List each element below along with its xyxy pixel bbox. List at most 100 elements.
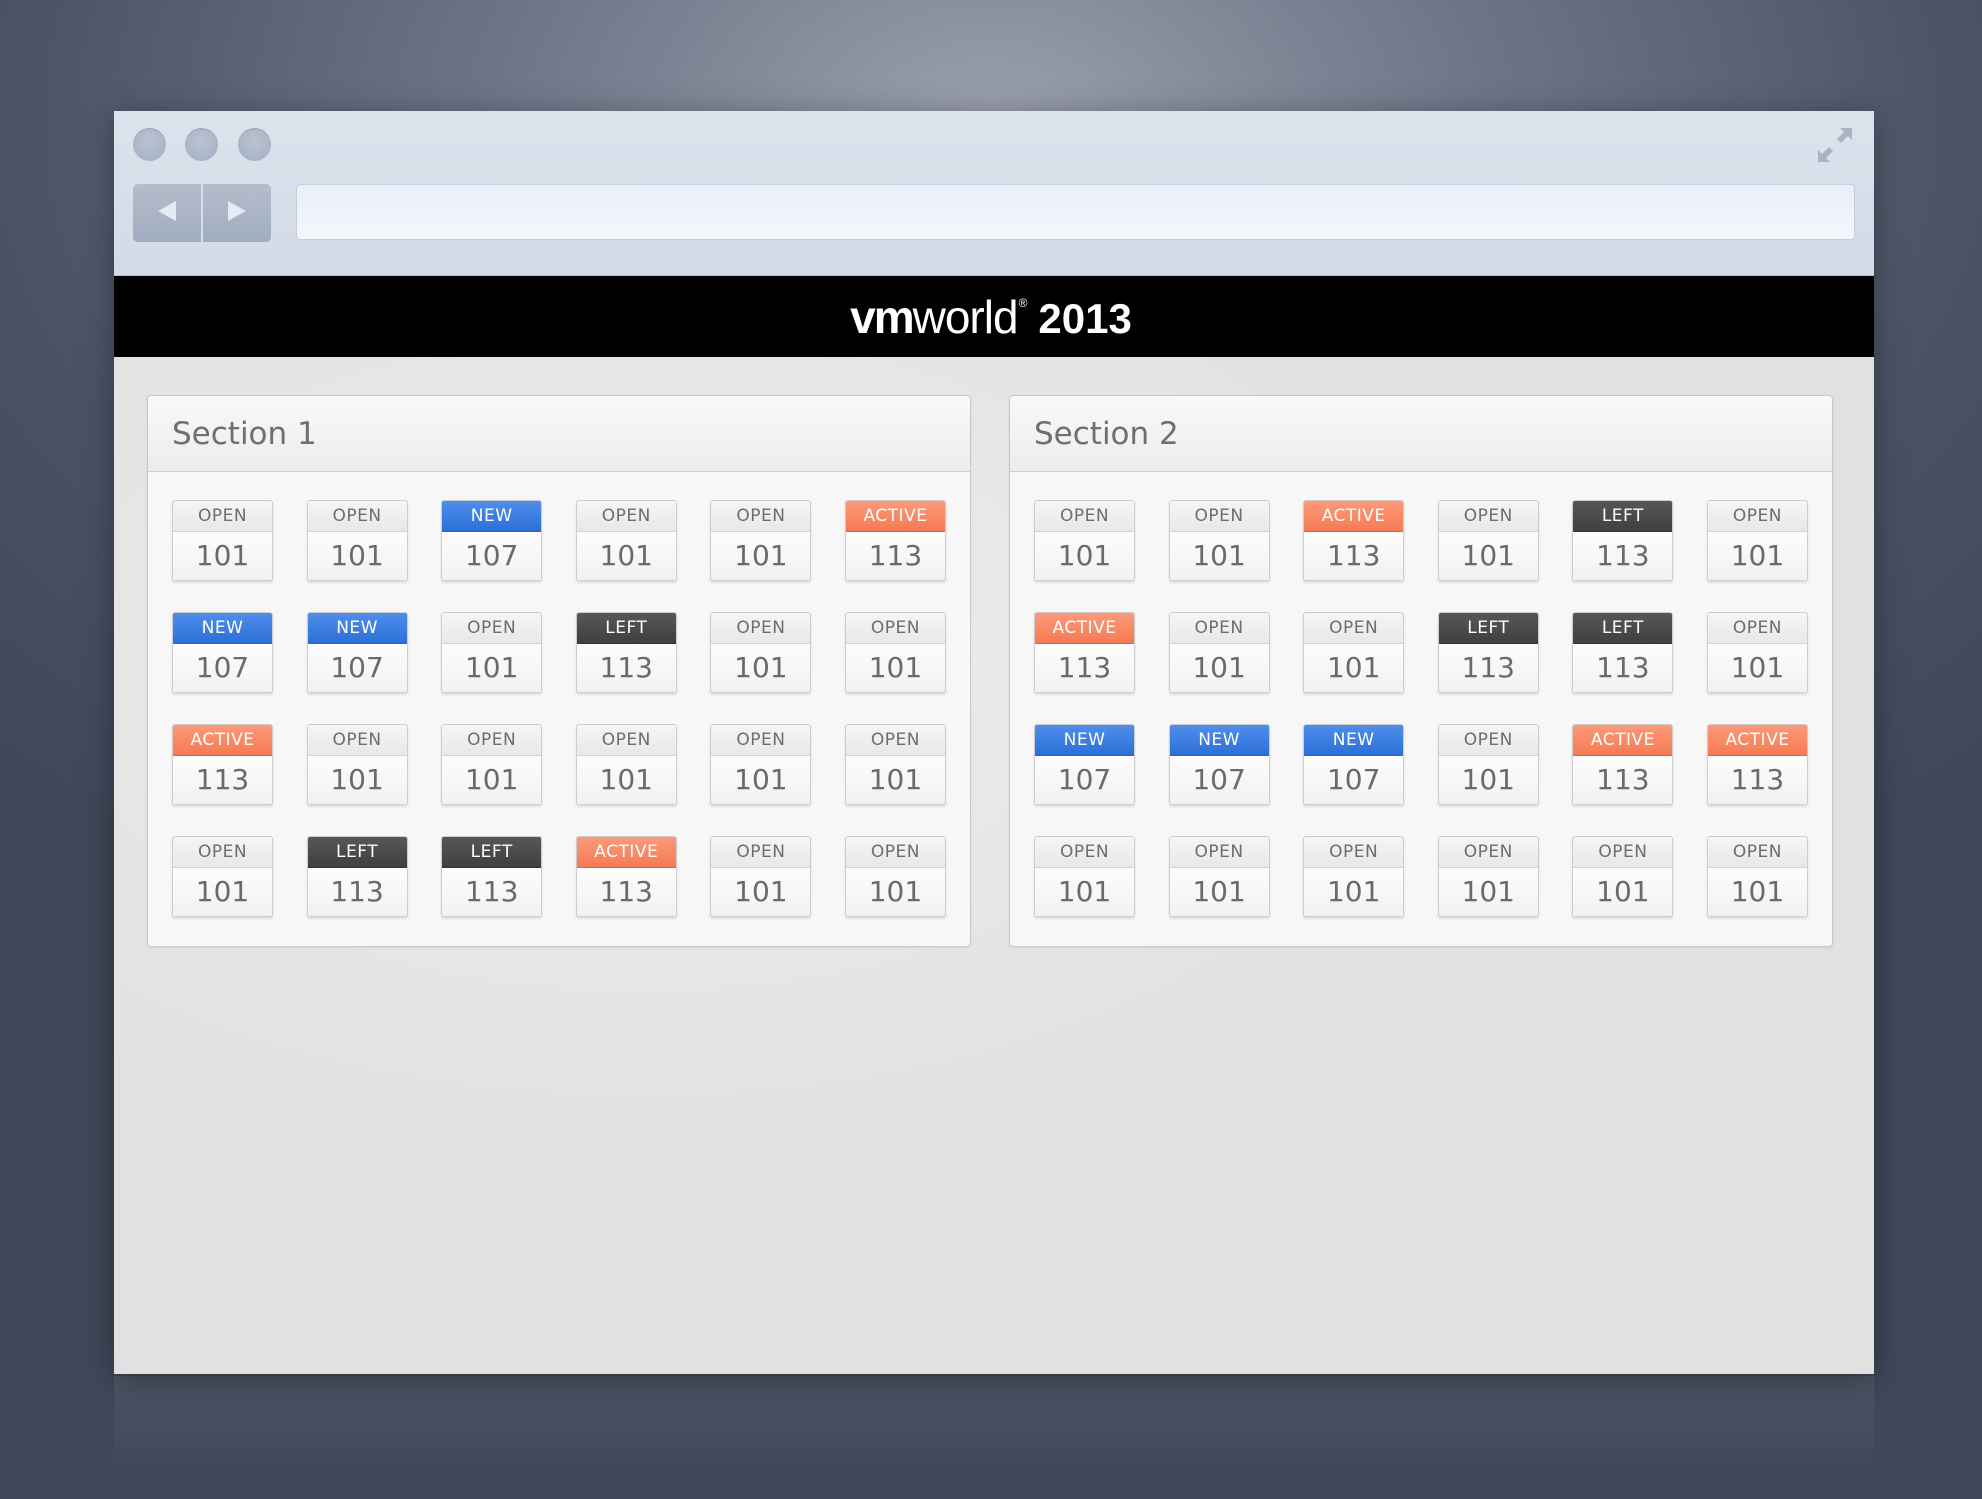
tile-status-badge: ACTIVE [1707, 725, 1807, 756]
room-tile[interactable]: OPEN 101 [1437, 836, 1539, 917]
room-tile[interactable]: ACTIVE 113 [844, 500, 946, 581]
tile-status-badge: OPEN [1304, 837, 1404, 868]
tile-number: 113 [1304, 532, 1404, 580]
room-tile[interactable]: OPEN 101 [710, 612, 812, 693]
room-tile[interactable]: NEW 107 [172, 612, 273, 693]
room-tile[interactable]: LEFT 113 [1572, 500, 1674, 581]
tile-status-badge: OPEN [845, 837, 945, 868]
room-tile[interactable]: OPEN 101 [710, 724, 812, 805]
expand-arrows-icon[interactable] [1814, 124, 1856, 166]
tile-number: 101 [845, 756, 945, 804]
tile-status-badge: NEW [1035, 725, 1134, 756]
tile-number: 101 [1707, 532, 1807, 580]
tile-number: 101 [1438, 756, 1538, 804]
room-tile[interactable]: OPEN 101 [844, 724, 946, 805]
tile-number: 101 [711, 868, 811, 916]
room-tile[interactable]: OPEN 101 [172, 500, 273, 581]
tile-status-badge: NEW [1304, 725, 1404, 756]
tile-number: 101 [1573, 868, 1673, 916]
room-tile[interactable]: OPEN 101 [1303, 612, 1405, 693]
logo-vm: vm [850, 290, 915, 343]
room-tile[interactable]: NEW 107 [306, 612, 408, 693]
address-bar[interactable] [296, 184, 1855, 240]
vmworld-banner: vm world ® 2013 [114, 276, 1874, 357]
room-tile[interactable]: OPEN 101 [1168, 612, 1270, 693]
tile-grid: OPEN 101 OPEN 101 NEW 107 OPEN 101 OPEN 101 ACTIVE… [172, 500, 946, 917]
section-title: Section 2 [1034, 415, 1179, 452]
tile-number: 101 [307, 532, 407, 580]
tile-status-badge: OPEN [1438, 837, 1538, 868]
tile-number: 101 [1707, 644, 1807, 692]
room-tile[interactable]: OPEN 101 [306, 724, 408, 805]
room-tile[interactable]: OPEN 101 [1168, 836, 1270, 917]
tile-status-badge: ACTIVE [576, 837, 676, 868]
room-tile[interactable]: LEFT 113 [306, 836, 408, 917]
room-tile[interactable]: OPEN 101 [710, 500, 812, 581]
back-button[interactable] [133, 184, 201, 242]
room-tile[interactable]: LEFT 113 [441, 836, 543, 917]
tile-status-badge: OPEN [576, 725, 676, 756]
room-tile[interactable]: OPEN 101 [1437, 500, 1539, 581]
room-tile[interactable]: OPEN 101 [710, 836, 812, 917]
tile-number: 101 [1707, 868, 1807, 916]
forward-button[interactable] [203, 184, 271, 242]
browser-chrome [114, 111, 1874, 276]
room-tile[interactable]: NEW 107 [1303, 724, 1405, 805]
section-1-panel: Section 1 OPEN 101 OPEN 101 NEW 107 OPEN 101 OPE… [147, 395, 971, 947]
room-tile[interactable]: OPEN 101 [575, 724, 677, 805]
room-tile[interactable]: NEW 107 [1034, 724, 1135, 805]
window-minimize-dot-icon[interactable] [185, 128, 218, 161]
tile-number: 101 [1035, 532, 1134, 580]
room-tile[interactable]: ACTIVE 113 [1706, 724, 1808, 805]
tile-status-badge: OPEN [576, 501, 676, 532]
room-tile[interactable]: ACTIVE 113 [172, 724, 273, 805]
room-tile[interactable]: OPEN 101 [172, 836, 273, 917]
room-tile[interactable]: OPEN 101 [1034, 836, 1135, 917]
window-zoom-dot-icon[interactable] [238, 128, 271, 161]
tile-status-badge: OPEN [1573, 837, 1673, 868]
room-tile[interactable]: OPEN 101 [575, 500, 677, 581]
room-tile[interactable]: OPEN 101 [1034, 500, 1135, 581]
room-tile[interactable]: ACTIVE 113 [1034, 612, 1135, 693]
logo-world: world [912, 290, 1019, 343]
tile-status-badge: OPEN [1035, 501, 1134, 532]
room-tile[interactable]: OPEN 101 [1168, 500, 1270, 581]
window-close-dot-icon[interactable] [133, 128, 166, 161]
room-tile[interactable]: OPEN 101 [1572, 836, 1674, 917]
window-reflection [114, 1376, 1874, 1471]
tile-status-badge: NEW [442, 501, 542, 532]
tile-number: 101 [1438, 532, 1538, 580]
room-tile[interactable]: OPEN 101 [844, 836, 946, 917]
room-tile[interactable]: ACTIVE 113 [1303, 500, 1405, 581]
room-tile[interactable]: OPEN 101 [1437, 724, 1539, 805]
tile-number: 113 [576, 644, 676, 692]
tile-number: 101 [1438, 868, 1538, 916]
room-tile[interactable]: ACTIVE 113 [575, 836, 677, 917]
room-tile[interactable]: OPEN 101 [1706, 612, 1808, 693]
tile-number: 101 [442, 756, 542, 804]
room-tile[interactable]: OPEN 101 [441, 724, 543, 805]
room-tile[interactable]: LEFT 113 [1572, 612, 1674, 693]
room-tile[interactable]: OPEN 101 [1303, 836, 1405, 917]
tile-number: 101 [442, 644, 542, 692]
tile-status-badge: OPEN [1035, 837, 1134, 868]
room-tile[interactable]: OPEN 101 [441, 612, 543, 693]
room-tile[interactable]: ACTIVE 113 [1572, 724, 1674, 805]
room-tile[interactable]: OPEN 101 [844, 612, 946, 693]
tile-number: 101 [576, 756, 676, 804]
room-tile[interactable]: NEW 107 [441, 500, 543, 581]
room-tile[interactable]: NEW 107 [1168, 724, 1270, 805]
room-tile[interactable]: LEFT 113 [575, 612, 677, 693]
tile-number: 107 [442, 532, 542, 580]
tile-status-badge: NEW [173, 613, 272, 644]
room-tile[interactable]: OPEN 101 [1706, 836, 1808, 917]
tile-status-badge: OPEN [1707, 837, 1807, 868]
forward-arrow-icon [226, 199, 248, 227]
room-tile[interactable]: LEFT 113 [1437, 612, 1539, 693]
tile-number: 113 [1573, 644, 1673, 692]
room-tile[interactable]: OPEN 101 [306, 500, 408, 581]
section-title: Section 1 [172, 415, 317, 452]
room-tile[interactable]: OPEN 101 [1706, 500, 1808, 581]
tile-number: 113 [1035, 644, 1134, 692]
section-header: Section 2 [1010, 396, 1832, 472]
